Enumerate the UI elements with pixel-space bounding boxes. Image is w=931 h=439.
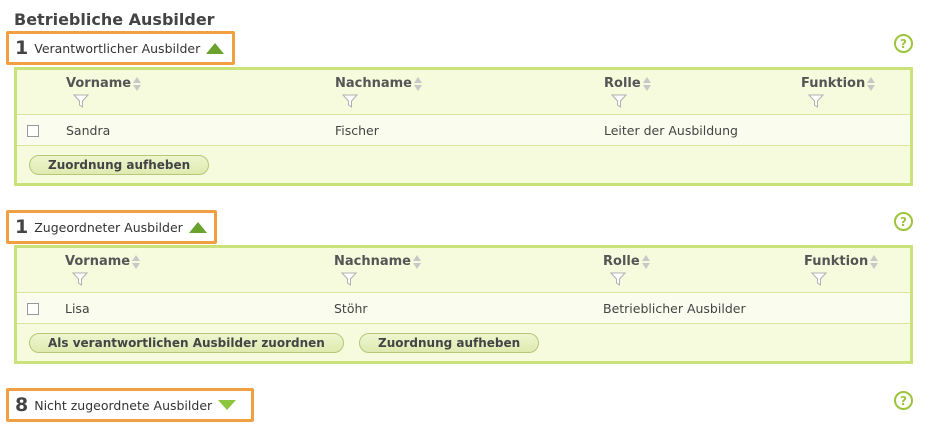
sort-icon[interactable]	[641, 254, 651, 269]
expand-arrow-icon[interactable]	[218, 400, 237, 410]
collapse-arrow-icon[interactable]	[188, 221, 207, 233]
help-icon[interactable]: ?	[894, 391, 913, 410]
filter-icon[interactable]	[73, 94, 89, 108]
cell-vorname: Lisa	[65, 301, 90, 316]
table-header: Vorname Nachname Rolle Funktion	[17, 70, 910, 115]
sort-icon[interactable]	[867, 76, 876, 91]
column-header-rolle[interactable]: Rolle	[603, 254, 651, 269]
sort-icon[interactable]	[642, 76, 652, 91]
filter-icon[interactable]	[808, 94, 824, 108]
als-verantwortlichen-zuordnen-button[interactable]: Als verantwortlichen Ausbilder zuordnen	[29, 333, 344, 353]
filter-icon[interactable]	[610, 272, 626, 286]
cell-nachname: Stöhr	[334, 301, 368, 316]
section-count: 8	[15, 394, 29, 416]
row-checkbox[interactable]	[27, 303, 39, 315]
cell-rolle: Leiter der Ausbildung	[604, 123, 738, 138]
column-header-rolle[interactable]: Rolle	[604, 76, 652, 91]
table-actions: Zuordnung aufheben	[17, 146, 910, 183]
sort-icon[interactable]	[870, 254, 879, 269]
table-verantwortlicher: Vorname Nachname Rolle Funktion Sandra F…	[14, 67, 913, 186]
table-row[interactable]: Lisa Stöhr Betrieblicher Ausbilder	[17, 293, 910, 324]
filter-icon[interactable]	[342, 94, 358, 108]
filter-icon[interactable]	[811, 272, 827, 286]
table-header: Vorname Nachname Rolle Funktion	[17, 248, 910, 293]
column-header-nachname[interactable]: Nachname	[334, 254, 422, 269]
filter-icon[interactable]	[341, 272, 357, 286]
zuordnung-aufheben-button[interactable]: Zuordnung aufheben	[29, 155, 210, 175]
cell-vorname: Sandra	[66, 123, 111, 138]
sort-icon[interactable]	[133, 76, 142, 91]
collapse-arrow-icon[interactable]	[206, 42, 225, 54]
filter-icon[interactable]	[611, 94, 627, 108]
column-header-vorname[interactable]: Vorname	[66, 76, 142, 91]
column-header-funktion[interactable]: Funktion	[804, 254, 879, 269]
table-row[interactable]: Sandra Fischer Leiter der Ausbildung	[17, 115, 910, 146]
help-icon[interactable]: ?	[894, 212, 913, 231]
table-zugeordneter: Vorname Nachname Rolle Funktion Lisa Stö…	[14, 245, 913, 364]
section-header-nicht-zugeordnete[interactable]: 8 Nicht zugeordnete Ausbilder	[6, 388, 254, 422]
sort-icon[interactable]	[413, 254, 422, 269]
section-label: Verantwortlicher Ausbilder	[34, 40, 201, 56]
cell-rolle: Betrieblicher Ausbilder	[603, 301, 746, 316]
section-header-zugeordneter[interactable]: 1 Zugeordneter Ausbilder	[6, 210, 217, 244]
sort-icon[interactable]	[132, 254, 141, 269]
sort-icon[interactable]	[414, 76, 423, 91]
filter-icon[interactable]	[72, 272, 88, 286]
row-checkbox[interactable]	[27, 125, 39, 137]
zuordnung-aufheben-button[interactable]: Zuordnung aufheben	[359, 333, 540, 353]
column-header-nachname[interactable]: Nachname	[335, 76, 423, 91]
column-header-vorname[interactable]: Vorname	[65, 254, 141, 269]
table-actions: Als verantwortlichen Ausbilder zuordnen …	[17, 324, 910, 361]
section-header-verantwortlicher[interactable]: 1 Verantwortlicher Ausbilder	[6, 31, 235, 65]
section-count: 1	[15, 37, 29, 59]
section-label: Zugeordneter Ausbilder	[34, 219, 183, 235]
column-header-funktion[interactable]: Funktion	[801, 76, 876, 91]
section-count: 1	[15, 216, 29, 238]
cell-nachname: Fischer	[335, 123, 379, 138]
page-title: Betriebliche Ausbilder	[14, 10, 215, 29]
section-label: Nicht zugeordnete Ausbilder	[34, 397, 213, 413]
help-icon[interactable]: ?	[894, 34, 913, 53]
